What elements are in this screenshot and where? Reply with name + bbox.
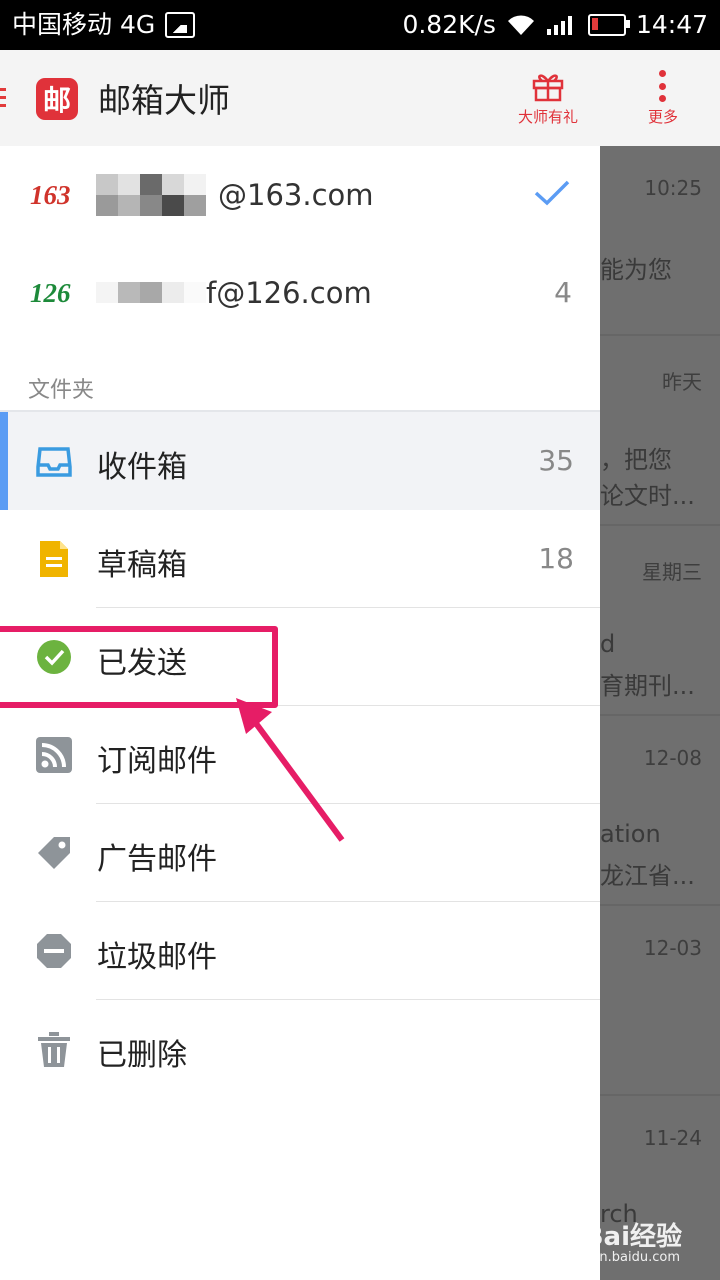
watermark-logo: Bai经验	[583, 1222, 682, 1252]
mail-snippet: d	[600, 630, 616, 658]
signal-icon	[546, 16, 572, 35]
battery-icon	[587, 14, 630, 36]
gift-label: 大师有礼	[518, 108, 579, 126]
account-email: f@126.com	[206, 276, 372, 310]
folder-count: 18	[538, 542, 574, 575]
tag-icon	[38, 837, 70, 869]
inbox-icon	[36, 447, 72, 477]
mail-date: 昨天	[662, 370, 702, 394]
folder-label: 垃圾邮件	[97, 940, 217, 975]
mail-date: 12-03	[643, 936, 702, 960]
mail-snippet: ation	[600, 820, 661, 848]
folder-inbox[interactable]: 收件箱 35	[0, 412, 600, 510]
draft-icon	[40, 541, 68, 577]
more-button[interactable]: 更多	[648, 70, 678, 127]
wifi-icon	[507, 15, 534, 35]
folder-spam[interactable]: 垃圾邮件	[0, 902, 600, 1000]
more-vert-icon	[659, 70, 667, 102]
app-title: 邮箱大师	[98, 81, 230, 120]
account-item-163[interactable]: 163 @163.com	[0, 146, 600, 244]
watermark-url: jingyan.baidu.com	[560, 1250, 680, 1265]
mail-snippet: 论文时...	[600, 482, 695, 510]
more-label: 更多	[648, 108, 679, 126]
mail-snippet: 育期刊...	[600, 672, 695, 700]
mail-snippet: 能为您	[600, 256, 672, 284]
netease-126-logo: 126	[30, 278, 71, 308]
masked-username	[96, 282, 206, 324]
clock: 14:47	[635, 10, 708, 39]
folder-drafts[interactable]: 草稿箱 18	[0, 510, 600, 608]
mail-date: 10:25	[644, 176, 702, 200]
folder-label: 订阅邮件	[97, 744, 217, 779]
spam-icon	[37, 934, 71, 968]
status-bar: 中国移动 4G 0.82K/s 14:47	[0, 0, 720, 50]
folder-label: 已删除	[97, 1038, 187, 1073]
folders-section-label: 文件夹	[28, 378, 95, 403]
mail-date: 12-08	[643, 746, 702, 770]
selected-check-icon	[534, 180, 570, 206]
account-email: @163.com	[218, 178, 374, 212]
folder-trash[interactable]: 已删除	[0, 1000, 600, 1098]
app-bar: 邮 邮箱大师 大师有礼 更多	[0, 50, 720, 147]
network-speed: 0.82K/s	[402, 10, 496, 39]
rss-icon	[36, 737, 72, 773]
mail-snippet: ，把您	[600, 446, 672, 474]
mail-snippet: 龙江省...	[600, 862, 695, 890]
folder-label: 收件箱	[97, 450, 187, 485]
gift-icon	[532, 74, 564, 102]
app-logo: 邮	[36, 78, 78, 120]
mail-date: 11-24	[643, 1126, 702, 1150]
mail-date: 星期三	[642, 560, 702, 584]
trash-icon	[38, 1032, 70, 1067]
folder-count: 35	[538, 444, 574, 477]
folder-label: 草稿箱	[97, 548, 187, 583]
pointer-arrow	[236, 698, 345, 842]
image-notification-icon	[165, 12, 196, 38]
carrier-text: 中国移动 4G	[12, 10, 156, 39]
drawer-menu-icon[interactable]	[0, 88, 6, 110]
folder-label: 广告邮件	[97, 842, 217, 877]
gift-button[interactable]: 大师有礼	[518, 70, 578, 127]
netease-163-logo: 163	[30, 180, 71, 210]
dimmed-mail-list[interactable]: 10:25 能为您 昨天 ，把您 论文时... 星期三 d 育期刊... 12-…	[600, 146, 720, 1280]
account-item-126[interactable]: 126 f@126.com 4	[0, 244, 600, 342]
unread-count: 4	[554, 276, 572, 309]
